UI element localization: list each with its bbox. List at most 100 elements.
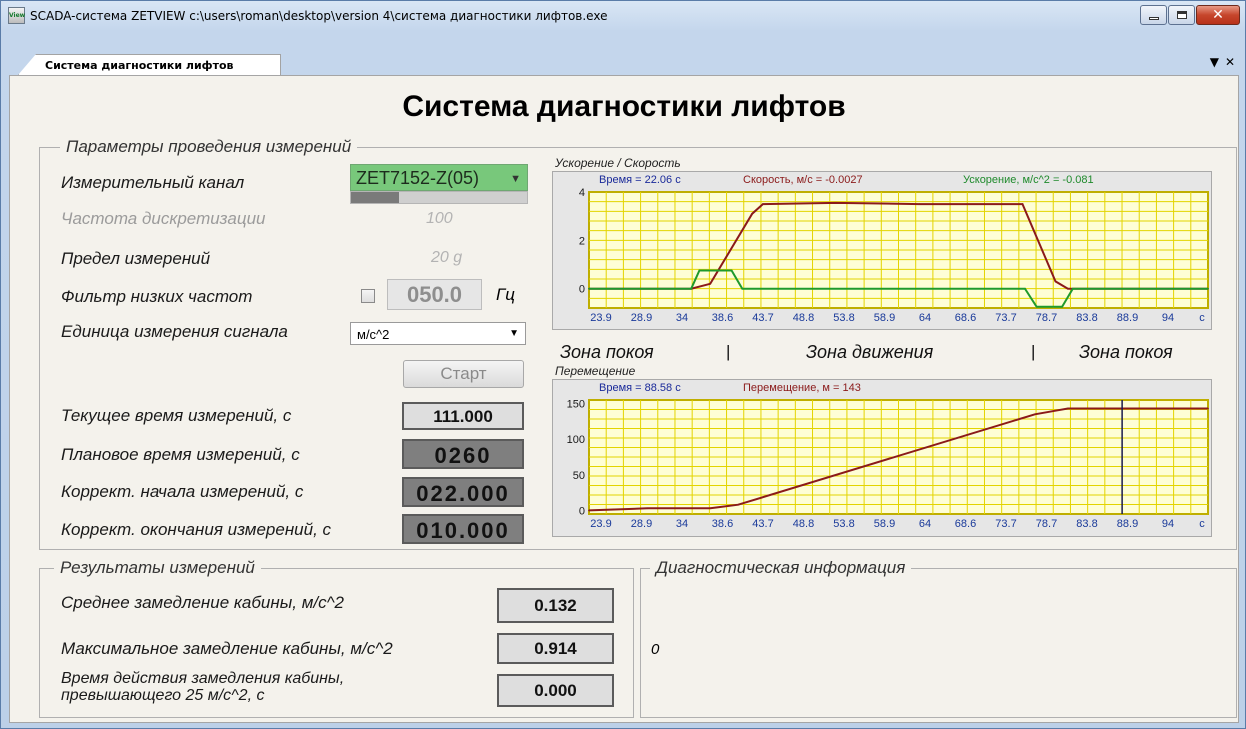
chevron-down-icon: ▼ — [509, 328, 519, 339]
y-tick-label: 100 — [567, 434, 585, 446]
y-tick-label: 150 — [567, 399, 585, 411]
zone-separator: | — [1031, 342, 1036, 361]
displacement-chart-title: Перемещение — [555, 364, 636, 378]
signal-unit-select[interactable]: м/с^2 ▼ — [350, 322, 526, 345]
series-point — [1024, 287, 1026, 290]
channel-label: Измерительный канал — [61, 173, 245, 192]
x-tick-label: 68.6 — [955, 518, 976, 530]
filter-frequency-input[interactable]: 050.0 — [387, 279, 482, 310]
channel-select-value: ZET7152-Z(05) — [356, 168, 480, 188]
minimize-button[interactable] — [1140, 5, 1167, 25]
series-point — [741, 287, 744, 290]
planned-time-input[interactable]: 0260 — [402, 439, 524, 469]
x-tick-label: с — [1199, 312, 1205, 324]
accel-velocity-chart[interactable]: Время = 22.06 с Скорость, м/с = -0.0027 Ус… — [552, 171, 1212, 330]
series-point — [1061, 305, 1063, 308]
series-point — [1054, 409, 1057, 412]
x-tick-label: 83.8 — [1076, 312, 1097, 324]
x-tick-label: 78.7 — [1036, 518, 1057, 530]
tab-list-dropdown-icon[interactable]: ▼ — [1210, 55, 1219, 69]
y-tick-label: 50 — [573, 470, 585, 482]
deceleration-time-label: Время действия замедления кабины, превыш… — [61, 670, 344, 704]
close-button[interactable]: ✕ — [1196, 5, 1240, 25]
y-tick-label: 0 — [579, 505, 585, 517]
tab-tools: ▼ ✕ — [1204, 55, 1235, 69]
x-tick-label: 94 — [1162, 518, 1174, 530]
x-tick-label: 43.7 — [752, 312, 773, 324]
sample-rate-label: Частота дискретизации — [61, 209, 266, 228]
x-tick-label: 34 — [676, 518, 688, 530]
main-panel: Система диагностики лифтов Параметры про… — [9, 75, 1239, 723]
tab-elevator-diagnostics[interactable]: Система диагностики лифтов — [18, 54, 281, 75]
start-button[interactable]: Старт — [403, 360, 524, 388]
x-tick-label: 23.9 — [590, 518, 611, 530]
x-tick-label: 48.8 — [793, 312, 814, 324]
acceleration-readout: Ускорение, м/с^2 = -0.081 — [963, 174, 1094, 186]
series-point — [1072, 287, 1074, 290]
x-tick-label: 78.7 — [1036, 312, 1057, 324]
start-correction-input[interactable]: 022.000 — [402, 477, 524, 507]
group-caption: Результаты измерений — [54, 558, 261, 578]
planned-time-label: Плановое время измерений, с — [61, 445, 300, 464]
series-point — [1054, 280, 1057, 283]
range-value: 20 g — [431, 249, 463, 266]
avg-deceleration-label: Среднее замедление кабины, м/с^2 — [61, 593, 345, 612]
deceleration-time-value: 0.000 — [497, 674, 614, 707]
accel-velocity-plot: Время = 22.06 с Скорость, м/с = -0.0027 Ус… — [553, 172, 1211, 329]
maximize-icon — [1176, 11, 1187, 19]
start-correction-label: Коррект. начала измерений, с — [61, 482, 304, 501]
y-tick-label: 4 — [579, 187, 585, 199]
chevron-down-icon: ▼ — [510, 173, 521, 185]
zetview-app-icon: View — [8, 7, 25, 24]
time-readout: Время = 88.58 с — [599, 382, 681, 394]
lowpass-filter-checkbox[interactable] — [361, 289, 375, 303]
end-correction-input[interactable]: 010.000 — [402, 514, 524, 544]
y-tick-label: 2 — [579, 235, 585, 247]
displacement-chart[interactable]: Время = 88.58 с Перемещение, м = 143 150 10… — [552, 379, 1212, 537]
accel-velocity-chart-title: Ускорение / Скорость — [555, 156, 681, 170]
close-icon: ✕ — [1212, 7, 1224, 23]
series-point — [588, 509, 590, 512]
displacement-readout: Перемещение, м = 143 — [743, 382, 861, 394]
series-point — [588, 287, 590, 290]
x-tick-label: 94 — [1162, 312, 1174, 324]
series-point — [709, 283, 711, 285]
series-point — [918, 203, 921, 205]
x-tick-label: 43.7 — [752, 518, 773, 530]
sample-rate-value: 100 — [426, 210, 453, 227]
zone-motion: Зона движения — [806, 342, 934, 362]
series-point — [1021, 203, 1024, 205]
series-point — [709, 507, 711, 510]
window-title: SCADA-система ZETVIEW c:\users\roman\des… — [30, 9, 608, 23]
x-tick-label: 28.9 — [631, 518, 652, 530]
group-caption: Диагностическая информация — [650, 558, 912, 578]
x-tick-label: 28.9 — [631, 312, 652, 324]
window-controls: ✕ — [1139, 5, 1240, 25]
series-point — [1067, 407, 1069, 410]
x-tick-label: 64 — [919, 312, 931, 324]
maximize-button[interactable] — [1168, 5, 1195, 25]
time-readout: Время = 22.06 с — [599, 174, 681, 186]
deceleration-time-label-line2: превышающего 25 м/с^2, с — [61, 687, 265, 704]
displacement-plot: Время = 88.58 с Перемещение, м = 143 150 10… — [553, 380, 1211, 536]
group-caption: Параметры проведения измерений — [60, 137, 358, 157]
channel-select[interactable]: ZET7152-Z(05) ▼ — [350, 164, 528, 191]
current-time-label: Текущее время измерений, с — [61, 406, 292, 425]
x-tick-label: 58.9 — [874, 518, 895, 530]
series-point — [638, 287, 641, 290]
series-point — [646, 507, 649, 510]
end-correction-label: Коррект. окончания измерений, с — [61, 520, 332, 539]
x-tick-label: 64 — [919, 518, 931, 530]
x-tick-label: 38.6 — [712, 518, 733, 530]
series-point — [1034, 413, 1036, 416]
signal-unit-label: Единица измерения сигнала — [61, 322, 288, 341]
title-bar[interactable]: View SCADA-система ZETVIEW c:\users\roma… — [1, 1, 1245, 31]
series-point — [751, 212, 753, 215]
x-tick-label: 38.6 — [712, 312, 733, 324]
signal-bar-fill — [351, 192, 399, 203]
avg-deceleration-value: 0.132 — [497, 588, 614, 623]
diagnostics-group: Диагностическая информация — [640, 558, 1237, 718]
tab-close-icon[interactable]: ✕ — [1225, 55, 1235, 69]
x-tick-label: 73.7 — [995, 518, 1016, 530]
velocity-readout: Скорость, м/с = -0.0027 — [743, 174, 863, 186]
